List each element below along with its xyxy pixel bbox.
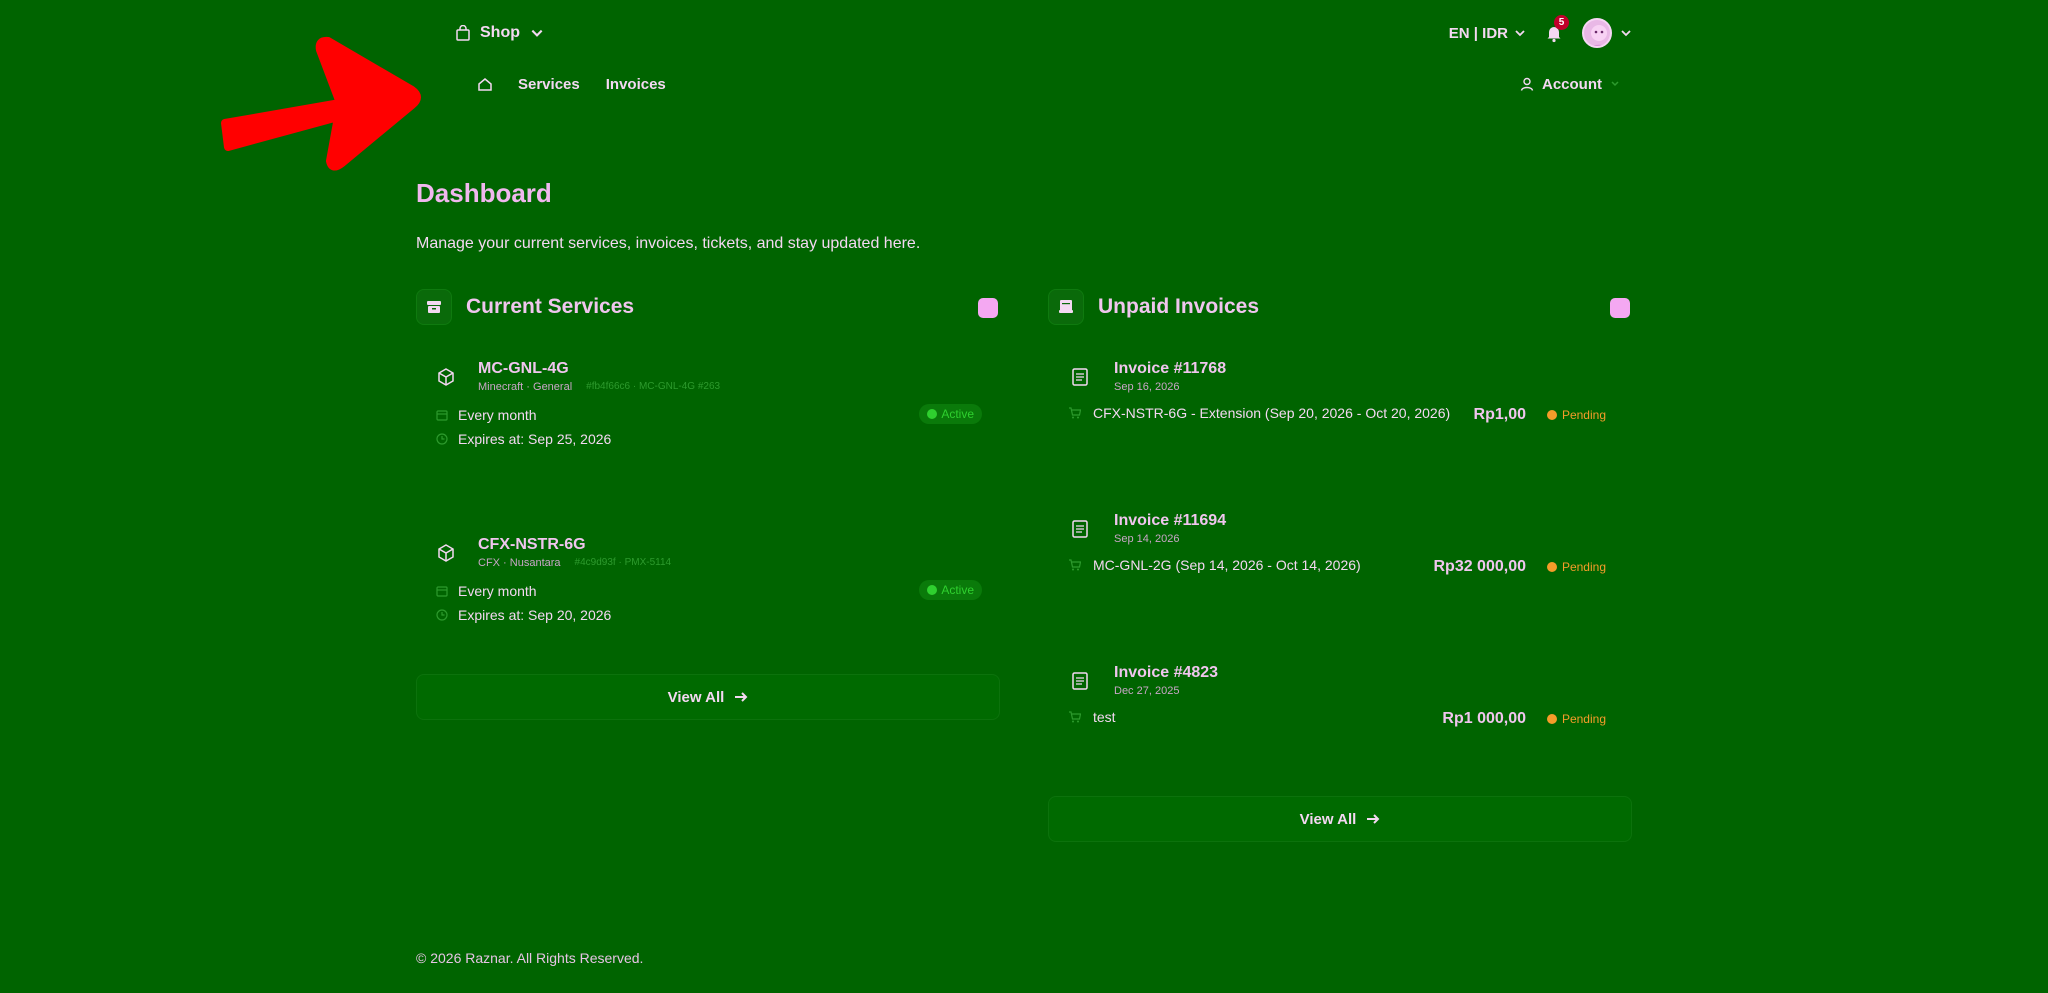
clock-icon	[436, 433, 448, 445]
invoice-line-item: test	[1093, 709, 1116, 725]
service-category: CFX · Nusantara	[478, 557, 561, 569]
status-label: Pending	[1561, 560, 1606, 574]
invoice-date: Sep 14, 2026	[1114, 533, 1180, 545]
current-services-title: Current Services	[466, 295, 635, 318]
status-badge: Pending	[1546, 712, 1606, 726]
invoice-line-item: CFX-NSTR-6G - Extension (Sep 20, 2026 - …	[1093, 405, 1451, 421]
invoice-line-item: MC-GNL-2G (Sep 14, 2026 - Oct 14, 2026)	[1093, 557, 1361, 573]
invoice-amount: Rp1,00	[1473, 406, 1526, 423]
check-circle-icon	[927, 409, 938, 419]
chevron-down-icon	[1611, 81, 1619, 87]
status-label: Pending	[1561, 408, 1606, 422]
cart-icon	[1069, 559, 1081, 571]
account-menu[interactable]: Account	[1520, 76, 1620, 93]
alert-circle-icon	[1546, 410, 1557, 420]
receipt-icon	[1048, 289, 1084, 325]
invoice-date: Sep 16, 2026	[1114, 381, 1180, 393]
billing-cycle: Every month	[458, 583, 537, 599]
invoices-action-button[interactable]	[1610, 298, 1630, 318]
chevron-down-icon	[1515, 30, 1525, 37]
user-menu[interactable]	[1582, 18, 1632, 48]
status-badge: Pending	[1546, 560, 1606, 574]
nav-item-services[interactable]: Services	[518, 76, 580, 93]
status-badge: Pending	[1546, 408, 1606, 422]
account-label: Account	[1542, 75, 1602, 93]
status-label: Active	[941, 407, 974, 421]
chevron-down-icon	[1621, 30, 1631, 37]
document-icon	[1072, 367, 1088, 386]
annotation-arrow-icon	[221, 36, 421, 171]
billing-cycle: Every month	[458, 407, 537, 423]
archive-icon	[416, 289, 452, 325]
document-icon	[1072, 519, 1088, 538]
expiry-date: Expires at: Sep 25, 2026	[458, 431, 612, 447]
language-currency-label: EN | IDR	[1448, 24, 1508, 42]
view-all-services-button[interactable]: View All	[416, 674, 1000, 720]
invoice-item[interactable]: Invoice #11768 Sep 16, 2026 Rp1,00 Pendi…	[1048, 360, 1632, 478]
page-subtitle: Manage your current services, invoices, …	[416, 235, 921, 252]
expiry-date: Expires at: Sep 20, 2026	[458, 607, 612, 623]
service-id: #fb4f66c6 · MC-GNL-4G #263	[586, 381, 721, 392]
view-all-label: View All	[1299, 810, 1357, 828]
unpaid-invoices-title: Unpaid Invoices	[1098, 295, 1260, 318]
service-category: Minecraft · General	[478, 381, 573, 393]
invoice-item[interactable]: Invoice #11694 Sep 14, 2026 Rp32 000,00 …	[1048, 512, 1632, 630]
invoice-date: Dec 27, 2025	[1114, 685, 1180, 697]
invoice-item[interactable]: Invoice #4823 Dec 27, 2025 Rp1 000,00 Pe…	[1048, 664, 1632, 782]
service-name: CFX-NSTR-6G	[478, 536, 586, 553]
notification-count-badge: 5	[1554, 15, 1569, 30]
cart-icon	[1069, 407, 1081, 419]
invoice-amount: Rp32 000,00	[1433, 558, 1526, 575]
status-label: Pending	[1561, 712, 1606, 726]
services-action-button[interactable]	[978, 298, 998, 318]
arrow-right-icon	[735, 692, 748, 702]
arrow-right-icon	[1367, 814, 1380, 824]
language-currency-selector[interactable]: EN | IDR	[1449, 25, 1526, 42]
unpaid-invoices-panel: Unpaid Invoices Invoice #11768 Sep 16, 2…	[1048, 288, 1632, 842]
status-badge: Active	[919, 580, 982, 600]
check-circle-icon	[927, 585, 938, 595]
service-item[interactable]: CFX-NSTR-6G CFX · Nusantara #4c9d93f · P…	[416, 536, 1000, 678]
cart-icon	[1069, 711, 1081, 723]
current-services-panel: Current Services MC-GNL-4G Minecraft · G…	[416, 288, 1000, 720]
alert-circle-icon	[1546, 714, 1557, 724]
document-icon	[1072, 671, 1088, 690]
calendar-icon	[436, 586, 448, 597]
status-badge: Active	[919, 404, 982, 424]
avatar	[1582, 18, 1612, 48]
invoice-number: Invoice #11694	[1114, 512, 1227, 529]
footer-copyright: © 2026 Raznar. All Rights Reserved.	[416, 950, 644, 966]
avatar-image-icon	[1591, 25, 1607, 46]
page-title: Dashboard	[416, 178, 552, 208]
invoice-amount: Rp1 000,00	[1442, 710, 1526, 727]
view-all-invoices-button[interactable]: View All	[1048, 796, 1632, 842]
chevron-down-icon	[531, 29, 543, 37]
service-id: #4c9d93f · PMX-5114	[574, 557, 672, 568]
service-item[interactable]: MC-GNL-4G Minecraft · General #fb4f66c6 …	[416, 360, 1000, 502]
user-icon	[1520, 77, 1534, 91]
view-all-label: View All	[667, 688, 725, 706]
alert-circle-icon	[1546, 562, 1557, 572]
invoice-number: Invoice #11768	[1114, 360, 1227, 377]
status-label: Active	[941, 583, 974, 597]
service-name: MC-GNL-4G	[478, 360, 569, 377]
invoice-number: Invoice #4823	[1114, 664, 1219, 681]
notifications-button[interactable]: 5	[1544, 15, 1569, 43]
nav-item-invoices[interactable]: Invoices	[606, 76, 666, 93]
clock-icon	[436, 609, 448, 621]
calendar-icon	[436, 410, 448, 421]
main-nav: Services Invoices Account	[416, 72, 1632, 96]
top-bar: Shop EN | IDR 5	[416, 15, 1632, 48]
cube-icon	[438, 543, 454, 562]
cube-icon	[438, 367, 454, 386]
